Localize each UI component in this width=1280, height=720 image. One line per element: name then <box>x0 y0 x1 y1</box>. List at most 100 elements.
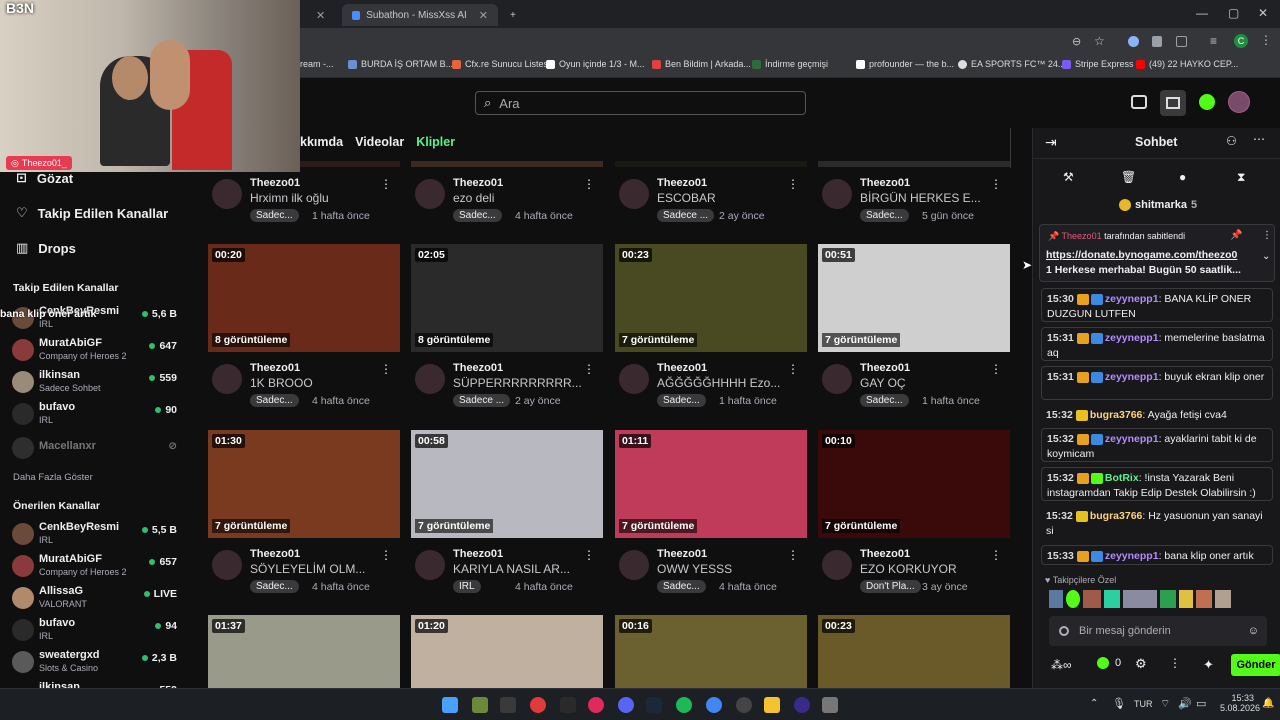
clip-title[interactable]: BİRGÜN HERKES E... <box>860 191 1000 205</box>
app-icon[interactable] <box>588 697 604 713</box>
clip-author[interactable]: Theezo01 <box>250 548 300 560</box>
clip-category-tag[interactable]: Sadec... <box>657 580 706 593</box>
collapse-chat-icon[interactable]: ⇥ <box>1045 134 1057 151</box>
app-icon[interactable] <box>794 697 810 713</box>
clip-category-tag[interactable]: Don't Pla... <box>860 580 921 593</box>
clip-thumbnail[interactable]: 00:58 7 görüntüleme <box>411 430 603 538</box>
clip-card[interactable]: 00:23 <box>818 615 1010 688</box>
app-icon[interactable] <box>560 697 576 713</box>
clip-thumbnail[interactable]: 01:20 <box>411 615 603 688</box>
clip-card[interactable]: 01:20 <box>411 615 603 688</box>
hourglass-icon[interactable]: ⧗ <box>1237 170 1245 185</box>
chat-message[interactable]: 15:31 zeyynepp1: buyuk ekran klip oner <box>1041 366 1273 400</box>
message-username[interactable]: zeyynepp1 <box>1105 332 1159 344</box>
close-tab-icon[interactable]: ✕ <box>479 9 488 22</box>
avatar[interactable] <box>212 550 242 580</box>
bookmark-3[interactable]: Oyun içinde 1/3 - M... <box>546 59 645 69</box>
message-username[interactable]: bugra3766 <box>1090 409 1143 421</box>
avatar[interactable] <box>822 550 852 580</box>
discord-icon[interactable] <box>618 697 634 713</box>
clip-title[interactable]: AĞĞĞĞĞHHHH Ezo... <box>657 376 797 390</box>
chat-message[interactable]: 15:31 zeyynepp1: memelerine baslatma aq <box>1041 327 1273 361</box>
clip-category-tag[interactable]: Sadec... <box>860 209 909 222</box>
bookmark-8[interactable]: Stripe Express <box>1062 59 1134 69</box>
chat-input[interactable]: Bir mesaj gönderin ☺ <box>1049 616 1267 646</box>
layout-button[interactable] <box>1160 90 1186 116</box>
emote-icon[interactable] <box>1196 590 1212 608</box>
clip-menu-icon[interactable]: ⋮ <box>787 362 799 376</box>
sidebar-item-following[interactable]: ♡ Takip Edilen Kanallar <box>16 205 168 221</box>
pinned-menu-icon[interactable]: ⋮ <box>1262 230 1272 241</box>
emoji-icon[interactable]: ☺ <box>1248 625 1259 637</box>
clip-card[interactable]: 00:58 7 görüntüleme Theezo01 KARIYLA NASI… <box>411 430 603 610</box>
avatar[interactable] <box>415 550 445 580</box>
followed-channel[interactable]: bufavo IRL 90 <box>12 400 177 430</box>
chat-menu-icon[interactable]: ⋯ <box>1253 132 1265 146</box>
clip-title[interactable]: GAY OÇ <box>860 376 1000 390</box>
kick-logo-icon[interactable] <box>1199 94 1215 110</box>
clip-menu-icon[interactable]: ⋮ <box>583 362 595 376</box>
steam-icon[interactable] <box>646 697 662 713</box>
gift-icon[interactable]: ✦ <box>1203 657 1214 673</box>
minimize-icon[interactable]: — <box>1196 6 1208 20</box>
clip-thumbnail[interactable]: 00:23 7 görüntüleme <box>615 244 807 352</box>
chat-message[interactable]: 15:32 bugra3766: Ayağa fetişi cva4 <box>1041 405 1273 425</box>
file-explorer-icon[interactable] <box>764 697 780 713</box>
more-icon[interactable]: ⋮ <box>1169 656 1181 670</box>
clip-menu-icon[interactable]: ⋮ <box>990 177 1002 191</box>
recommended-channel[interactable]: AllissaG VALORANT LIVE <box>12 584 177 614</box>
trash-icon[interactable]: 🗑 <box>1121 170 1136 184</box>
clip-title[interactable]: SÜPPERRRRRRRRR... <box>453 376 593 390</box>
clip-category-tag[interactable]: Sadec... <box>250 394 299 407</box>
chat-message[interactable]: 15:32 zeyynepp1: ayaklarini tabit ki de k… <box>1041 428 1273 462</box>
clip-title[interactable]: 1K BROOO <box>250 376 390 390</box>
avatar[interactable] <box>212 364 242 394</box>
bookmark-5[interactable]: İndirme geçmişi <box>752 59 828 69</box>
clip-thumbnail[interactable]: 01:11 7 görüntüleme <box>615 430 807 538</box>
playlist-icon[interactable]: ≡ <box>1210 34 1217 48</box>
app-icon[interactable] <box>500 697 516 713</box>
spotify-icon[interactable] <box>676 697 692 713</box>
emote-icon[interactable] <box>1083 590 1101 608</box>
clip-author[interactable]: Theezo01 <box>250 177 300 189</box>
clip-menu-icon[interactable]: ⋮ <box>583 177 595 191</box>
windows-start-icon[interactable] <box>442 697 458 713</box>
chevron-down-icon[interactable]: ⌄ <box>1262 251 1270 262</box>
avatar[interactable] <box>415 364 445 394</box>
app-icon[interactable] <box>736 697 752 713</box>
bookmark-9[interactable]: (49) 22 HAYKO CEP... <box>1136 59 1238 69</box>
tab-about[interactable]: kkımda <box>300 135 343 149</box>
menu-dots-icon[interactable]: ⋮ <box>1260 33 1272 47</box>
clip-card[interactable]: 01:11 7 görüntüleme Theezo01 OWW YESSS Sa… <box>615 430 807 610</box>
clip-card[interactable]: 00:23 7 görüntüleme Theezo01 AĞĞĞĞĞHHHH E… <box>615 244 807 424</box>
chat-bubble-icon[interactable]: ● <box>1179 170 1186 184</box>
clip-menu-icon[interactable]: ⋮ <box>787 177 799 191</box>
profile-avatar[interactable]: C <box>1234 34 1248 48</box>
clip-thumbnail[interactable]: 02:05 8 görüntüleme <box>411 244 603 352</box>
clip-author[interactable]: Theezo01 <box>453 362 503 374</box>
clip-category-tag[interactable]: Sadec... <box>657 394 706 407</box>
pinned-message[interactable]: 📌 Theezo01 tarafından sabitlendi 📌 ⋮ htt… <box>1039 224 1275 282</box>
clip-card[interactable]: 01:30 7 görüntüleme Theezo01 SÖYLEYELİM O… <box>208 430 400 610</box>
shield-icon[interactable] <box>1152 36 1162 47</box>
clock[interactable]: 15:33 5.08.2026 <box>1220 693 1260 713</box>
bookmark-0[interactable]: ream -... <box>300 59 334 69</box>
sidebar-item-browse[interactable]: ⊡ Gözat <box>16 170 73 186</box>
clip-card[interactable]: 00:16 <box>615 615 807 688</box>
recommended-channel[interactable]: sweatergxd Slots & Casino 2,3 B <box>12 648 177 678</box>
theatre-mode-icon[interactable] <box>1131 95 1147 109</box>
clip-menu-icon[interactable]: ⋮ <box>990 548 1002 562</box>
avatar[interactable] <box>822 179 852 209</box>
gear-icon[interactable]: ⚙ <box>1135 656 1147 672</box>
clip-card[interactable]: 01:37 <box>208 615 400 688</box>
clip-thumbnail[interactable]: 01:30 7 görüntüleme <box>208 430 400 538</box>
emote-icon[interactable] <box>1066 590 1080 608</box>
clip-author[interactable]: Theezo01 <box>657 548 707 560</box>
battery-icon[interactable]: ▭ <box>1196 697 1206 710</box>
clip-card[interactable]: 00:51 7 görüntüleme Theezo01 GAY OÇ Sadec… <box>818 244 1010 424</box>
app-icon[interactable] <box>822 697 838 713</box>
bookmark-4[interactable]: Ben Bildim | Arkada... <box>652 59 751 69</box>
followed-channel-offline[interactable]: Macellanxr ⊘ <box>12 434 177 464</box>
points-display[interactable]: 0 <box>1097 657 1121 669</box>
clip-thumbnail[interactable]: 00:51 7 görüntüleme <box>818 244 1010 352</box>
